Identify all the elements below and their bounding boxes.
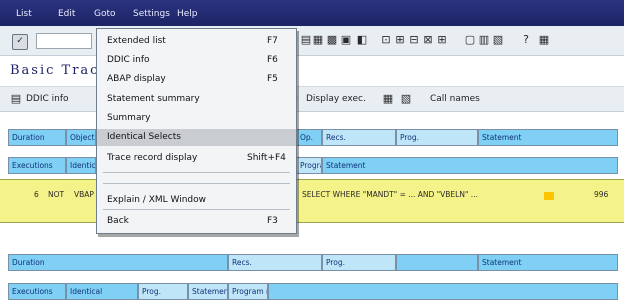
print-icon[interactable]: ▦ xyxy=(312,34,324,46)
bottom-header-duration[interactable]: Duration xyxy=(8,254,228,271)
menu-settings[interactable]: Settings xyxy=(133,9,170,19)
col-header-statement[interactable]: Statement xyxy=(478,129,618,146)
ddic-info-button[interactable]: DDIC info xyxy=(26,94,69,104)
window-list-icon[interactable]: ▥ xyxy=(478,34,490,46)
row-statement: SELECT WHERE "MANDT" = ... AND "VBELN" .… xyxy=(302,190,478,199)
col-header-recs[interactable]: Recs. xyxy=(322,129,396,146)
first-page-icon[interactable]: ◧ xyxy=(356,34,368,46)
row-count: 6 xyxy=(34,190,39,199)
window-tile-icon[interactable]: ▧ xyxy=(492,34,504,46)
page-title: Basic Trace xyxy=(10,63,110,78)
menu-item-label: ABAP display xyxy=(107,74,166,84)
bottom-header-identical[interactable]: Identical xyxy=(66,283,138,300)
menu-goto[interactable]: Goto xyxy=(94,9,116,19)
menu-item-label: Trace record display xyxy=(107,153,198,163)
menu-item-identical-selects[interactable]: Identical Selects xyxy=(97,129,296,146)
menu-separator xyxy=(103,209,290,210)
table-row[interactable]: 6 NOT VBAP SELECT WHERE "MANDT" = ... AN… xyxy=(0,179,624,223)
menu-item-label: Statement summary xyxy=(107,94,200,104)
new-session-icon[interactable]: ▤ xyxy=(300,34,312,46)
col-header-duration[interactable]: Duration xyxy=(8,129,66,146)
display-icon: ▦ xyxy=(382,92,394,105)
help-icon[interactable]: ? xyxy=(520,34,532,46)
menu-item-label: Extended list xyxy=(107,36,166,46)
prev-page-icon[interactable]: ⊡ xyxy=(380,34,392,46)
bottom-header-fill[interactable] xyxy=(268,283,618,300)
enter-icon[interactable]: ✓ xyxy=(12,34,28,50)
menu-item-shortcut: Shift+F4 xyxy=(247,153,286,163)
shortcut-icon[interactable]: ⊠ xyxy=(422,34,434,46)
menu-item-shortcut: F3 xyxy=(267,216,278,226)
menu-item-label: Summary xyxy=(107,113,151,123)
menu-item-shortcut: F7 xyxy=(267,36,278,46)
menu-item-label: DDIC info xyxy=(107,55,150,65)
menu-list[interactable]: List xyxy=(16,9,32,19)
bottom-header-statement[interactable]: Statement xyxy=(478,254,618,271)
row-marker-icon xyxy=(544,192,554,200)
menu-help[interactable]: Help xyxy=(177,9,198,19)
menu-separator xyxy=(103,172,290,173)
menu-item-summary[interactable]: Summary xyxy=(97,110,296,127)
application-toolbar: ▤ DDIC info ▣ Display exec. ▦ ▧ Call nam… xyxy=(0,86,624,112)
last-page-icon[interactable]: ⊟ xyxy=(408,34,420,46)
find-next-icon[interactable]: ▣ xyxy=(340,34,352,46)
window-icon[interactable]: ▢ xyxy=(464,34,476,46)
bottom-header-executions[interactable]: Executions xyxy=(8,283,66,300)
next-page-icon[interactable]: ⊞ xyxy=(394,34,406,46)
col-header-statement-2[interactable]: Statement xyxy=(322,157,618,174)
menu-item-statement-summary[interactable]: Statement summary xyxy=(97,91,296,108)
layout-icon[interactable]: ⊞ xyxy=(436,34,448,46)
command-field[interactable] xyxy=(36,33,92,49)
bottom-header-unused[interactable] xyxy=(396,254,478,271)
goto-dropdown-menu: Extended list F7 DDIC info F6 ABAP displ… xyxy=(96,28,297,234)
menu-item-extended-list[interactable]: Extended list F7 xyxy=(97,33,296,50)
col-header-prog[interactable]: Prog. xyxy=(396,129,478,146)
row-right-value: 996 xyxy=(594,190,609,199)
menu-item-explain-xml-window[interactable]: Explain / XML Window xyxy=(97,192,296,209)
bottom-header-program-name[interactable]: Program name xyxy=(228,283,268,300)
col-header-executions[interactable]: Executions xyxy=(8,157,66,174)
call-names-button[interactable]: Call names xyxy=(430,94,480,104)
menu-item-label: Identical Selects xyxy=(107,132,181,142)
bottom-header-prog[interactable]: Prog. xyxy=(322,254,396,271)
menu-item-back[interactable]: Back F3 xyxy=(97,213,296,230)
col-header-object[interactable]: Object xyxy=(66,129,96,146)
menu-item-abap-display[interactable]: ABAP display F5 xyxy=(97,71,296,88)
bottom-header-statement[interactable]: Statement xyxy=(188,283,228,300)
col-header-op[interactable]: Op. xyxy=(296,129,322,146)
menu-bar: List Edit Goto Settings Help xyxy=(0,0,624,26)
title-bar: Basic Trace xyxy=(0,56,624,86)
bottom-header-prog[interactable]: Prog. xyxy=(138,283,188,300)
call-names-icon: ▧ xyxy=(400,92,412,105)
standard-toolbar: ✓ ▤ ▦ ▩ ▣ ◧ ⊡ ⊞ ⊟ ⊠ ⊞ ▢ ▥ ▧ ? ▦ xyxy=(0,26,624,56)
col-header-identical[interactable]: Identical xyxy=(66,157,96,174)
ddic-icon: ▤ xyxy=(10,92,22,105)
menu-item-shortcut: F5 xyxy=(267,74,278,84)
menu-item-ddic-info[interactable]: DDIC info F6 xyxy=(97,52,296,69)
menu-item-label: Explain / XML Window xyxy=(107,195,206,205)
find-icon[interactable]: ▩ xyxy=(326,34,338,46)
menu-edit[interactable]: Edit xyxy=(58,9,75,19)
menu-item-shortcut: F6 xyxy=(267,55,278,65)
display-exec-button[interactable]: Display exec. xyxy=(306,94,366,104)
menu-separator xyxy=(103,183,290,184)
menu-item-trace-record-display[interactable]: Trace record display Shift+F4 xyxy=(97,150,296,167)
row-col-c: VBAP xyxy=(74,190,94,199)
customize-icon[interactable]: ▦ xyxy=(538,34,550,46)
col-header-program[interactable]: Program xyxy=(296,157,322,174)
bottom-header-recs[interactable]: Recs. xyxy=(228,254,322,271)
menu-item-label: Back xyxy=(107,216,129,226)
row-col-b: NOT xyxy=(48,190,65,199)
